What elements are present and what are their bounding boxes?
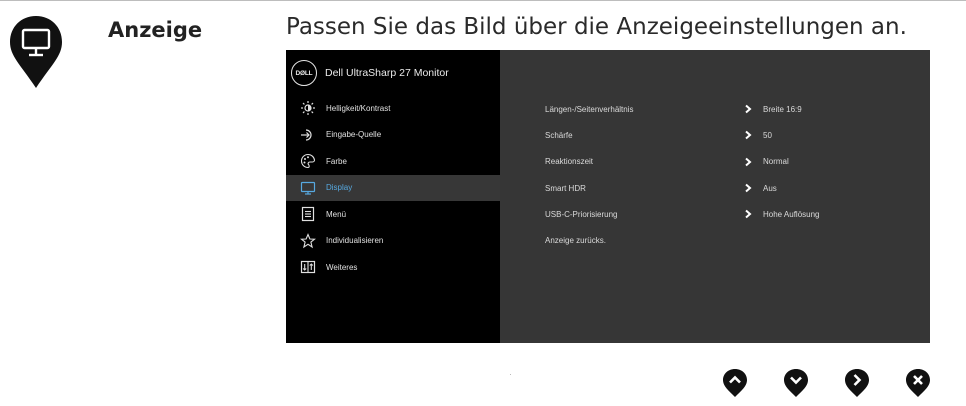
chevron-up-icon [723, 369, 747, 397]
menu-item-label: Weiteres [326, 262, 358, 272]
menu-item-label: Individualisieren [326, 236, 384, 246]
menu-item-label: Display [326, 183, 353, 193]
close-icon [906, 369, 930, 397]
setting-value: 50 [763, 130, 772, 140]
menu-item-brightness[interactable]: Helligkeit/Kontrast [286, 95, 500, 122]
up-button[interactable] [722, 368, 748, 398]
display-icon [300, 180, 316, 196]
menu-item-personalize[interactable]: Individualisieren [286, 228, 500, 255]
color-palette-icon [300, 153, 316, 169]
menu-item-input-source[interactable]: Eingabe-Quelle [286, 122, 500, 149]
setting-label: Anzeige zurücks. [545, 236, 606, 246]
menu-item-others[interactable]: Weiteres [286, 254, 500, 281]
down-button[interactable] [783, 368, 809, 398]
top-divider [0, 0, 966, 1]
star-icon [300, 232, 316, 249]
setting-aspect-ratio[interactable]: Längen-/Seitenverhältnis Breite 16:9 [545, 96, 925, 122]
osd-menu: Helligkeit/Kontrast Eingabe-Quelle Farbe… [286, 95, 500, 281]
section-description: Passen Sie das Bild über die Anzeigeeins… [286, 14, 907, 40]
chevron-right-icon [845, 369, 869, 397]
monitor-icon [10, 16, 62, 88]
monitor-model: Dell UltraSharp 27 Monitor [325, 67, 449, 79]
setting-usbc-prioritization[interactable]: USB-C-Priorisierung Hohe Auflösung [545, 201, 925, 227]
menu-item-label: Eingabe-Quelle [326, 130, 382, 140]
setting-label: Längen-/Seitenverhältnis [545, 104, 634, 114]
settings-list: Längen-/Seitenverhältnis Breite 16:9 Sch… [545, 96, 925, 254]
chevron-right-icon [745, 131, 752, 140]
chevron-right-icon [745, 157, 752, 166]
section-title: Anzeige [108, 18, 203, 42]
setting-smart-hdr[interactable]: Smart HDR Aus [545, 175, 925, 201]
chevron-right-icon [745, 104, 752, 114]
chevron-down-icon [784, 369, 808, 397]
setting-label: Smart HDR [545, 183, 586, 193]
osd-settings-panel: Längen-/Seitenverhältnis Breite 16:9 Sch… [500, 50, 930, 343]
setting-label: USB-C-Priorisierung [545, 209, 618, 219]
menu-icon [300, 206, 316, 222]
osd-navigation-buttons [722, 368, 966, 398]
osd-menu-panel: DØLL Dell UltraSharp 27 Monitor Helligke… [286, 50, 500, 343]
osd-header: DØLL Dell UltraSharp 27 Monitor [291, 59, 449, 87]
stray-dot [510, 374, 511, 375]
setting-value: Breite 16:9 [763, 104, 802, 114]
menu-item-color[interactable]: Farbe [286, 148, 500, 175]
setting-label: Schärfe [545, 130, 573, 140]
menu-item-label: Farbe [326, 156, 347, 166]
close-button[interactable] [905, 368, 931, 398]
brightness-icon [300, 100, 316, 116]
osd-screen: DØLL Dell UltraSharp 27 Monitor Helligke… [286, 50, 930, 343]
chevron-right-icon [745, 183, 752, 193]
chevron-right-icon [745, 210, 752, 219]
setting-value: Normal [763, 157, 789, 167]
setting-label: Reaktionszeit [545, 157, 594, 167]
menu-item-menu[interactable]: Menü [286, 201, 500, 228]
setting-display-reset[interactable]: Anzeige zurücks. [545, 227, 925, 253]
others-icon [300, 259, 316, 275]
setting-value: Hohe Auflösung [763, 209, 820, 219]
setting-sharpness[interactable]: Schärfe 50 [545, 122, 925, 148]
right-button[interactable] [844, 368, 870, 398]
dell-logo: DØLL [291, 60, 317, 86]
setting-response-time[interactable]: Reaktionszeit Normal [545, 149, 925, 175]
menu-item-label: Menü [326, 209, 347, 219]
input-source-icon [300, 127, 316, 143]
menu-item-label: Helligkeit/Kontrast [326, 103, 391, 113]
setting-value: Aus [763, 183, 777, 193]
menu-item-display[interactable]: Display [286, 174, 500, 201]
